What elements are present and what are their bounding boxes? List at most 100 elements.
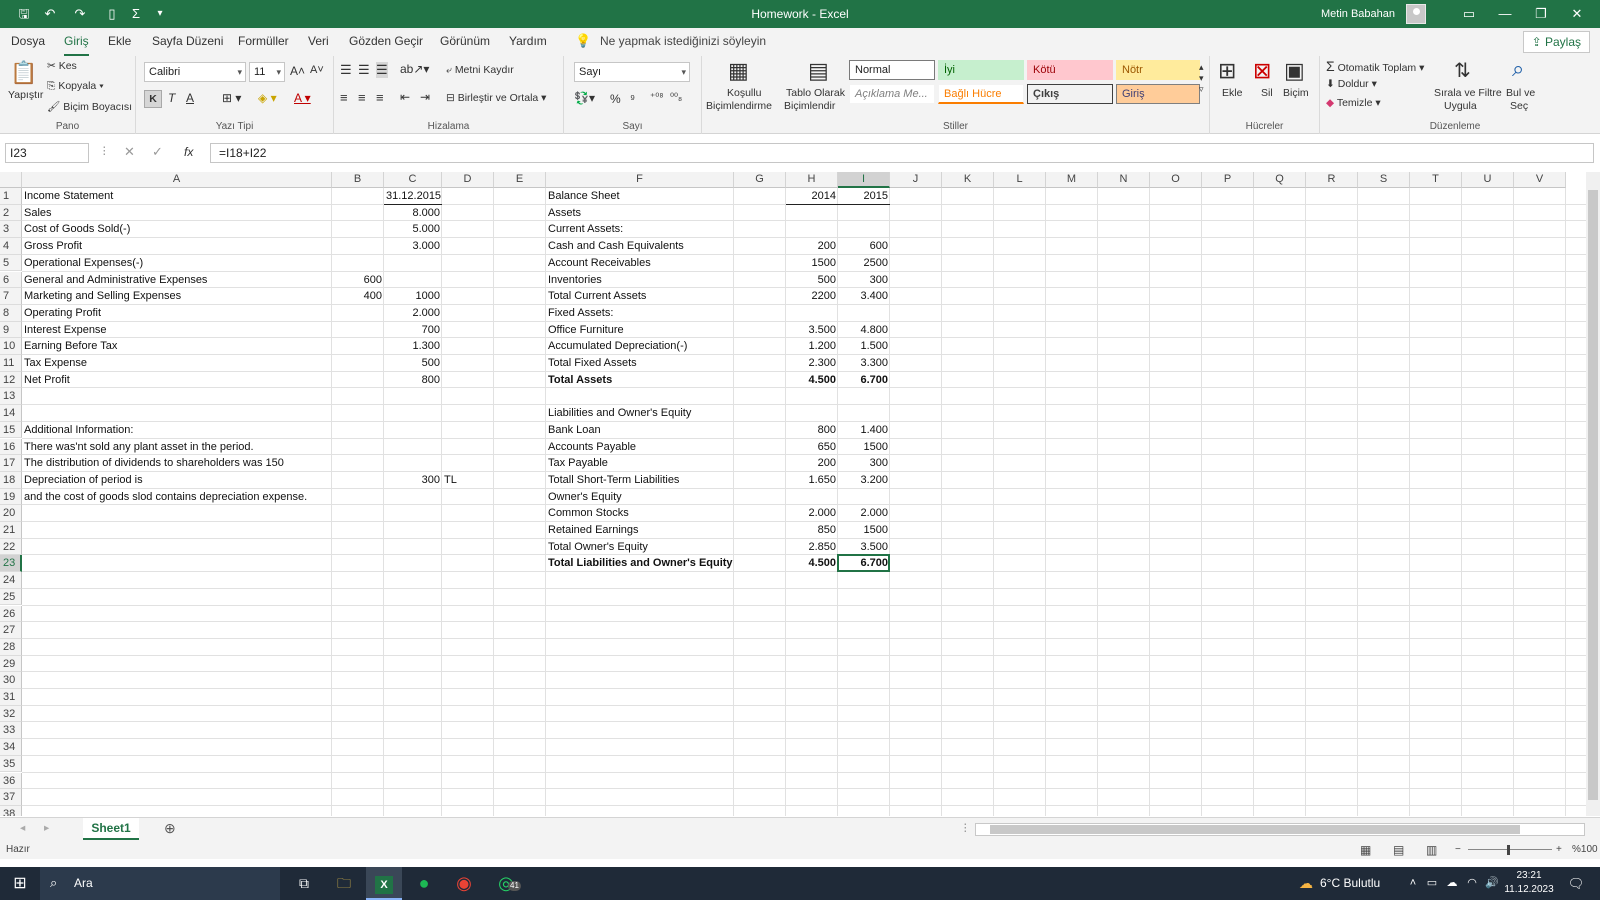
- cell-H4[interactable]: 200: [786, 238, 838, 255]
- column-header-F[interactable]: F: [546, 172, 734, 188]
- excel-taskbar-icon[interactable]: X: [366, 867, 402, 900]
- cell-I9[interactable]: 4.800: [838, 322, 890, 339]
- row-header-27[interactable]: 27: [0, 622, 22, 639]
- user-name[interactable]: Metin Babahan: [1321, 0, 1395, 28]
- weather-icon[interactable]: ☁: [1296, 867, 1316, 900]
- sort-filter-label[interactable]: Sırala ve Filtre: [1434, 87, 1502, 99]
- row-header-37[interactable]: 37: [0, 789, 22, 806]
- row-header-3[interactable]: 3: [0, 221, 22, 239]
- cell-H6[interactable]: 500: [786, 272, 838, 289]
- cell-I20[interactable]: 2.000: [838, 505, 890, 522]
- cell-F11[interactable]: Total Fixed Assets: [546, 355, 639, 372]
- sheet-tab-sheet1[interactable]: Sheet1: [83, 818, 139, 840]
- cell-H20[interactable]: 2.000: [786, 505, 838, 522]
- cell-F7[interactable]: Total Current Assets: [546, 288, 648, 305]
- next-sheet-icon[interactable]: ▸: [44, 822, 49, 834]
- cell-A4[interactable]: Gross Profit: [22, 238, 84, 255]
- insert-cells-icon[interactable]: ⊞: [1218, 58, 1236, 84]
- cell-H1[interactable]: 2014: [786, 188, 838, 205]
- cell-A10[interactable]: Earning Before Tax: [22, 338, 119, 355]
- row-header-7[interactable]: 7: [0, 288, 22, 305]
- row-header-8[interactable]: 8: [0, 304, 22, 322]
- merge-center-button[interactable]: ⊟ Birleştir ve Ortala ▾: [446, 92, 546, 104]
- column-header-D[interactable]: D: [442, 172, 494, 188]
- column-header-A[interactable]: A: [22, 172, 332, 188]
- row-header-24[interactable]: 24: [0, 572, 22, 589]
- chrome-icon[interactable]: ◉: [446, 867, 482, 900]
- zoom-slider-thumb[interactable]: [1507, 845, 1510, 855]
- cell-A5[interactable]: Operational Expenses(-): [22, 255, 145, 272]
- align-right-icon[interactable]: ≡: [376, 90, 384, 105]
- cell-I12[interactable]: 6.700: [838, 372, 890, 389]
- row-header-35[interactable]: 35: [0, 755, 22, 773]
- cell-A3[interactable]: Cost of Goods Sold(-): [22, 221, 132, 238]
- horizontal-scrollbar[interactable]: [975, 823, 1585, 836]
- cell-D18[interactable]: TL: [442, 472, 459, 489]
- cell-H22[interactable]: 2.850: [786, 539, 838, 556]
- cell-C8[interactable]: 2.000: [384, 305, 442, 322]
- cell-H9[interactable]: 3.500: [786, 322, 838, 339]
- paste-button[interactable]: Yapıştır: [8, 89, 43, 101]
- select-all-corner[interactable]: [0, 172, 22, 188]
- decrease-indent-icon[interactable]: ⇤: [400, 90, 410, 104]
- active-cell-selection[interactable]: [837, 554, 890, 573]
- font-name-select[interactable]: Calibri: [144, 62, 246, 82]
- row-header-6[interactable]: 6: [0, 271, 22, 289]
- format-as-table-label-2[interactable]: Biçimlendir: [784, 100, 835, 112]
- cell-F6[interactable]: Inventories: [546, 272, 604, 289]
- zoom-slider[interactable]: [1468, 849, 1552, 850]
- row-header-10[interactable]: 10: [0, 338, 22, 355]
- tell-me-input[interactable]: Ne yapmak istediğinizi söyleyin: [600, 28, 766, 54]
- cell-I18[interactable]: 3.200: [838, 472, 890, 489]
- find-select-label[interactable]: Bul ve: [1506, 87, 1535, 99]
- cell-I4[interactable]: 600: [838, 238, 890, 255]
- cell-H12[interactable]: 4.500: [786, 372, 838, 389]
- row-header-22[interactable]: 22: [0, 538, 22, 556]
- wifi-icon[interactable]: ◠: [1464, 867, 1480, 900]
- cell-A7[interactable]: Marketing and Selling Expenses: [22, 288, 183, 305]
- cell-I1[interactable]: 2015: [838, 188, 890, 205]
- battery-icon[interactable]: ▭: [1424, 867, 1440, 900]
- number-format-select[interactable]: Sayı: [574, 62, 690, 82]
- tab-page-layout[interactable]: Sayfa Düzeni: [152, 28, 223, 56]
- column-header-T[interactable]: T: [1410, 172, 1462, 188]
- fill-button[interactable]: ⬇ Doldur ▾: [1326, 78, 1377, 90]
- align-top-icon[interactable]: ☰: [340, 62, 352, 78]
- cell-H10[interactable]: 1.200: [786, 338, 838, 355]
- copy-button[interactable]: ⎘ Kopyala ▾: [47, 80, 104, 93]
- cell-H23[interactable]: 4.500: [786, 555, 838, 572]
- zoom-level[interactable]: %100: [1572, 841, 1598, 859]
- row-header-13[interactable]: 13: [0, 388, 22, 406]
- clear-button[interactable]: ◆ Temizle ▾: [1326, 97, 1381, 109]
- cell-A8[interactable]: Operating Profit: [22, 305, 103, 322]
- percent-icon[interactable]: %: [610, 92, 621, 106]
- row-header-30[interactable]: 30: [0, 672, 22, 689]
- cell-F19[interactable]: Owner's Equity: [546, 489, 624, 506]
- cell-A16[interactable]: There was'nt sold any plant asset in the…: [22, 439, 256, 456]
- delete-cells-button[interactable]: Sil: [1261, 87, 1273, 99]
- row-header-25[interactable]: 25: [0, 588, 22, 606]
- cell-I11[interactable]: 3.300: [838, 355, 890, 372]
- cell-C9[interactable]: 700: [384, 322, 442, 339]
- cell-A18[interactable]: Depreciation of period is: [22, 472, 145, 489]
- tab-data[interactable]: Veri: [308, 28, 329, 56]
- autosum-button[interactable]: Σ Otomatik Toplam ▾: [1326, 58, 1424, 74]
- font-size-select[interactable]: 11: [249, 62, 285, 82]
- cell-I7[interactable]: 3.400: [838, 288, 890, 305]
- column-header-S[interactable]: S: [1358, 172, 1410, 188]
- align-bottom-icon[interactable]: ☰: [376, 62, 388, 78]
- cell-F3[interactable]: Current Assets:: [546, 221, 625, 238]
- row-header-11[interactable]: 11: [0, 355, 22, 372]
- column-header-B[interactable]: B: [332, 172, 384, 188]
- increase-indent-icon[interactable]: ⇥: [420, 90, 430, 104]
- style-good[interactable]: İyi: [938, 60, 1024, 80]
- currency-icon[interactable]: 💱▾: [574, 91, 595, 105]
- align-left-icon[interactable]: ≡: [340, 90, 348, 105]
- row-header-4[interactable]: 4: [0, 238, 22, 255]
- cell-F16[interactable]: Accounts Payable: [546, 439, 638, 456]
- tab-split-grip[interactable]: ⋮: [960, 822, 971, 834]
- zoom-out-icon[interactable]: −: [1455, 841, 1461, 859]
- style-bad[interactable]: Kötü: [1027, 60, 1113, 80]
- horizontal-scroll-thumb[interactable]: [990, 825, 1520, 834]
- tab-insert[interactable]: Ekle: [108, 28, 131, 56]
